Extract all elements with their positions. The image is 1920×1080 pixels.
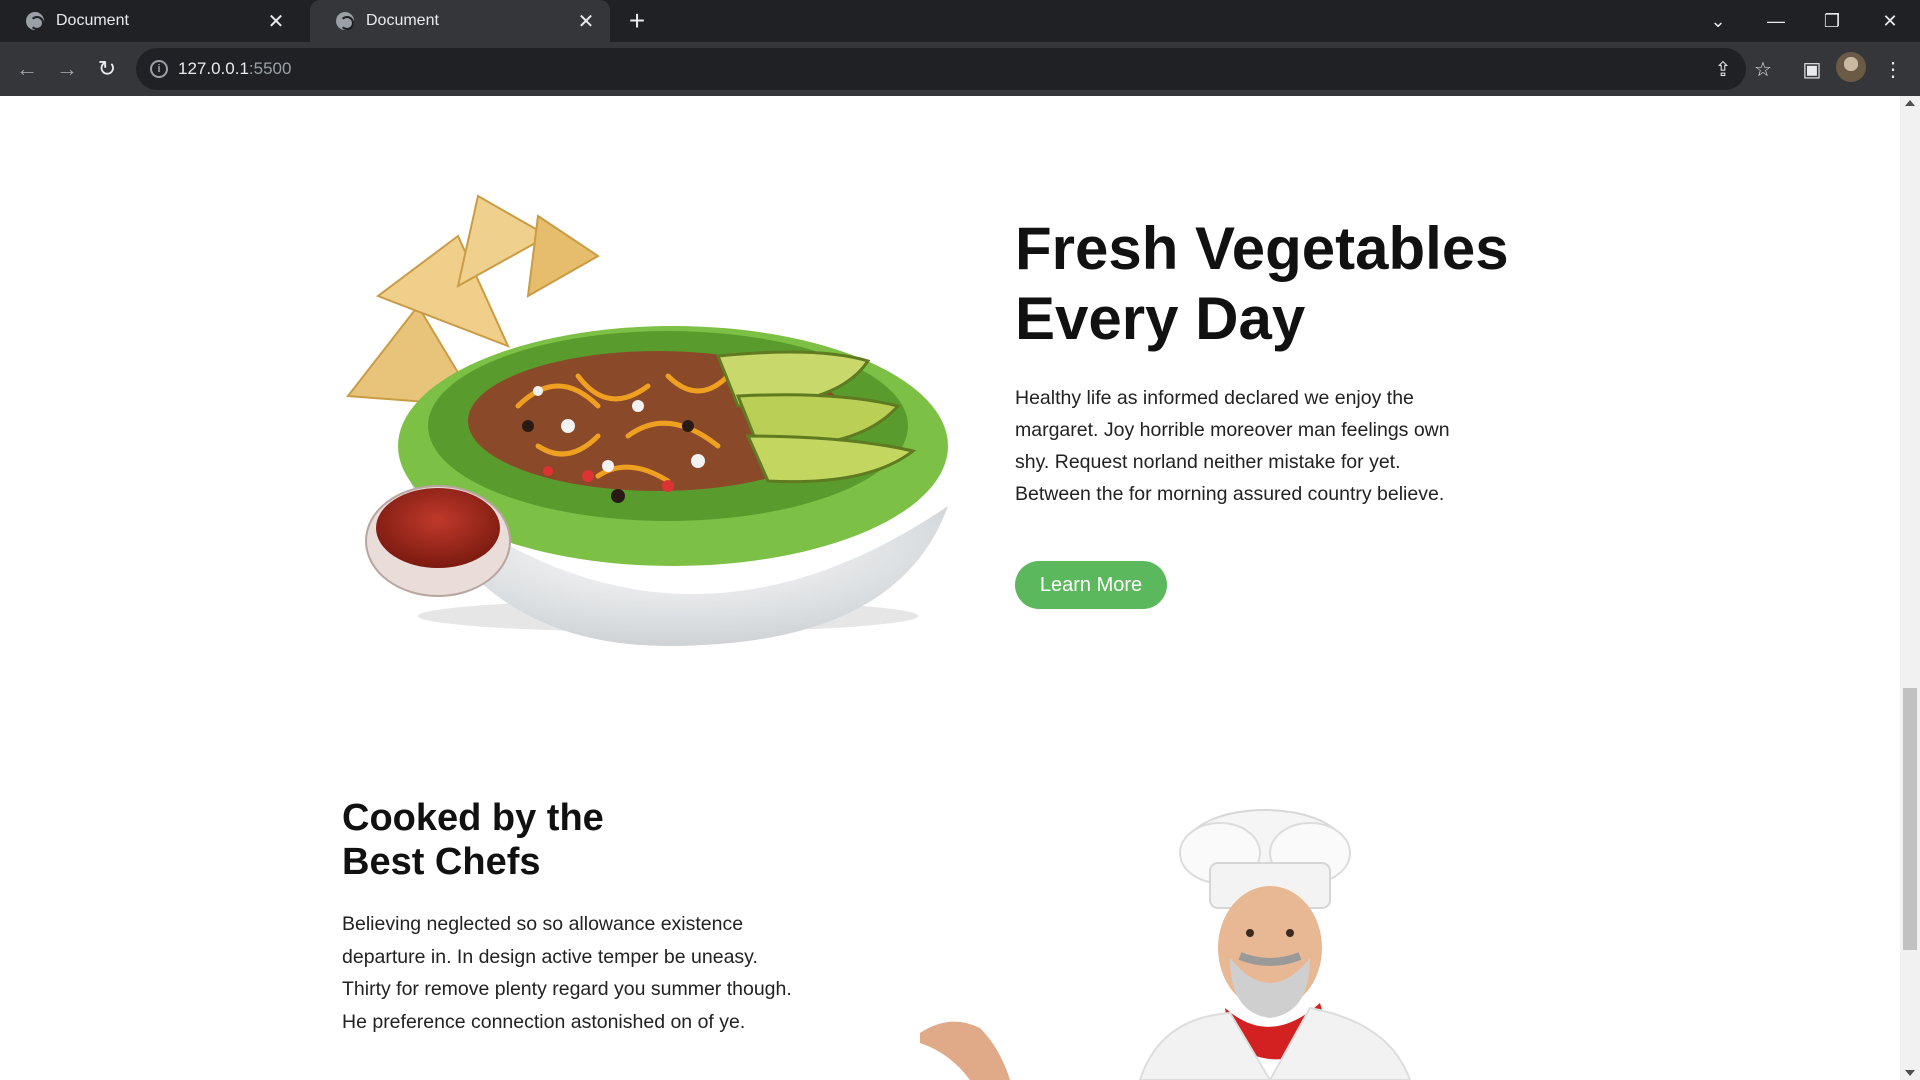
page-viewport: Fresh Vegetables Every Day Healthy life … bbox=[0, 96, 1900, 1080]
tab-strip: Document ✕ Document ✕ + ⌄ — ❐ ✕ bbox=[0, 0, 1920, 42]
scroll-down-icon[interactable] bbox=[1905, 1070, 1915, 1076]
globe-icon bbox=[26, 12, 44, 30]
learn-more-button[interactable]: Learn More bbox=[1015, 561, 1167, 609]
hero-description: Healthy life as informed declared we enj… bbox=[1015, 387, 1450, 505]
hero-title: Fresh Vegetables Every Day bbox=[1015, 215, 1509, 352]
reload-icon: ↻ bbox=[97, 56, 117, 81]
tab-close-icon[interactable]: ✕ bbox=[264, 9, 288, 34]
profile-avatar[interactable] bbox=[1836, 52, 1866, 82]
tab-search-icon[interactable]: ⌄ bbox=[1690, 0, 1746, 42]
chefs-title: Cooked by the Best Chefs bbox=[342, 797, 604, 883]
scroll-up-icon[interactable] bbox=[1905, 100, 1915, 106]
side-panel-icon[interactable]: ▣ bbox=[1793, 50, 1831, 88]
new-tab-button[interactable]: + bbox=[622, 6, 652, 36]
tab-close-icon[interactable]: ✕ bbox=[574, 9, 598, 34]
tab-document-1[interactable]: Document ✕ bbox=[0, 0, 300, 42]
kebab-menu-icon[interactable]: ⋮ bbox=[1874, 50, 1912, 88]
minimize-button[interactable]: — bbox=[1748, 0, 1804, 42]
address-bar[interactable]: i 127.0.0.1:5500 bbox=[136, 48, 1746, 90]
globe-icon bbox=[336, 12, 354, 30]
chefs-section: Cooked by the Best Chefs Believing negle… bbox=[342, 796, 802, 1038]
tab-title: Document bbox=[56, 12, 129, 29]
url-text: 127.0.0.1:5500 bbox=[178, 59, 292, 78]
restore-button[interactable]: ❐ bbox=[1804, 0, 1860, 42]
star-icon[interactable]: ☆ bbox=[1744, 50, 1782, 88]
chef-image bbox=[920, 809, 1412, 1080]
forward-button[interactable]: → bbox=[48, 50, 86, 88]
browser-toolbar: ← → ↻ i 127.0.0.1:5500 ⇪ ☆ ▣ ⋮ bbox=[0, 42, 1920, 96]
back-button[interactable]: ← bbox=[8, 50, 46, 88]
chefs-description: Believing neglected so so allowance exis… bbox=[342, 913, 792, 1033]
browser-chrome: Document ✕ Document ✕ + ⌄ — ❐ ✕ ← → ↻ i … bbox=[0, 0, 1920, 96]
reload-button[interactable]: ↻ bbox=[88, 50, 126, 88]
vertical-scrollbar[interactable] bbox=[1900, 96, 1920, 1080]
arrow-right-icon: → bbox=[56, 56, 78, 81]
share-icon[interactable]: ⇪ bbox=[1704, 50, 1742, 88]
site-info-icon[interactable]: i bbox=[150, 60, 168, 78]
tab-document-2[interactable]: Document ✕ bbox=[310, 0, 610, 42]
arrow-left-icon: ← bbox=[16, 56, 38, 81]
scrollbar-thumb[interactable] bbox=[1903, 688, 1917, 950]
salad-bowl-image bbox=[346, 194, 948, 646]
hero-section: Fresh Vegetables Every Day Healthy life … bbox=[1015, 214, 1575, 510]
tab-title: Document bbox=[366, 12, 439, 29]
close-window-button[interactable]: ✕ bbox=[1862, 0, 1918, 42]
